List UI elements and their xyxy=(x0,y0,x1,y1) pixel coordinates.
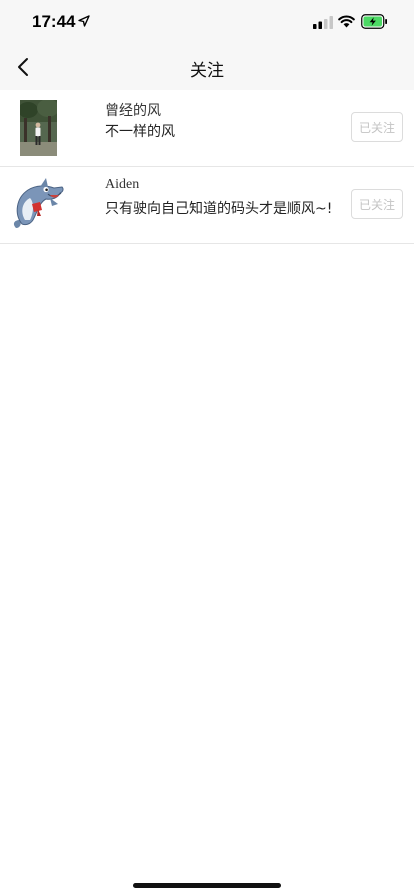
user-bio: 不一样的风 xyxy=(105,124,175,140)
list-item[interactable]: Aiden 只有驶向自己知道的码头才是顺风~! 已关注 xyxy=(0,167,414,244)
follow-list: 曾经的风 不一样的风 已关注 Aiden 只有驶向自己知道的码头才是顺风~! 已… xyxy=(0,90,414,244)
status-bar: 17:44 xyxy=(0,0,414,44)
signal-icon xyxy=(313,16,333,29)
followed-button[interactable]: 已关注 xyxy=(351,189,403,219)
followed-button[interactable]: 已关注 xyxy=(351,112,403,142)
status-time: 17:44 xyxy=(32,12,76,31)
avatar[interactable] xyxy=(8,176,68,234)
user-name: 曾经的风 xyxy=(105,103,161,119)
location-arrow-icon xyxy=(78,15,90,27)
avatar[interactable] xyxy=(8,99,68,157)
photo-avatar xyxy=(19,100,57,156)
dolphin-avatar xyxy=(13,178,64,228)
user-bio: 只有驶向自己知道的码头才是顺风~! xyxy=(105,201,333,217)
battery-charging-icon xyxy=(361,14,387,29)
wifi-icon xyxy=(338,15,355,28)
list-item[interactable]: 曾经的风 不一样的风 已关注 xyxy=(0,90,414,167)
home-indicator[interactable] xyxy=(133,883,281,888)
nav-bar: 关注 xyxy=(0,44,414,90)
user-name: Aiden xyxy=(105,177,140,192)
page-title: 关注 xyxy=(190,61,224,81)
